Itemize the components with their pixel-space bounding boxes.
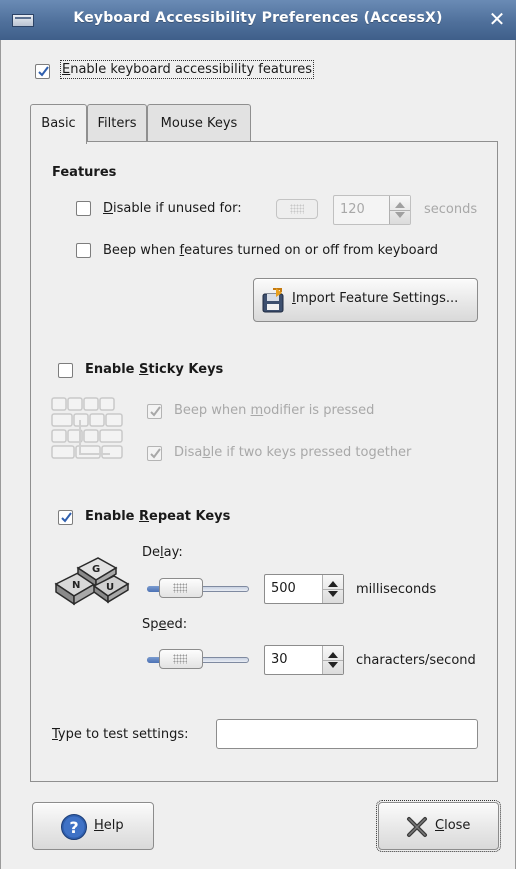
features-heading: Features	[52, 165, 117, 180]
tab-mouse-keys[interactable]: Mouse Keys	[147, 104, 251, 142]
disable-unused-label[interactable]: Disable if unused for:	[103, 201, 242, 216]
test-settings-label: Type to test settings:	[52, 727, 189, 742]
disable-unused-checkbox[interactable]	[76, 201, 91, 216]
spin-up-icon[interactable]	[328, 581, 338, 587]
svg-text:U: U	[106, 582, 114, 593]
disable-two-keys-label[interactable]: Disable if two keys pressed together	[174, 445, 411, 460]
title-close-icon[interactable]: ✕	[486, 8, 508, 30]
delay-slider-handle[interactable]	[159, 578, 203, 598]
test-settings-input[interactable]	[216, 719, 478, 749]
speed-label: Speed:	[142, 617, 188, 632]
delay-unit: milliseconds	[356, 582, 437, 597]
spin-down-icon[interactable]	[328, 662, 338, 668]
enable-accessibility-checkbox[interactable]	[35, 64, 50, 79]
sticky-keys-heading[interactable]: Enable Sticky Keys	[85, 362, 223, 377]
beep-modifier-label[interactable]: Beep when modifier is pressed	[174, 403, 374, 418]
speed-unit: characters/second	[356, 653, 476, 668]
delay-label: Delay:	[142, 545, 183, 560]
spin-down-icon[interactable]	[395, 212, 405, 218]
spin-up-icon[interactable]	[395, 202, 405, 208]
check-icon	[38, 66, 49, 77]
check-icon	[61, 512, 72, 523]
window-title: Keyboard Accessibility Preferences (Acce…	[73, 10, 443, 26]
title-bar[interactable]: Keyboard Accessibility Preferences (Acce…	[0, 0, 516, 40]
speed-slider-handle[interactable]	[159, 649, 203, 669]
delay-spinbox[interactable]: 500	[264, 574, 344, 604]
tab-filters[interactable]: Filters	[87, 104, 147, 142]
beep-features-checkbox[interactable]	[76, 243, 91, 258]
sticky-keys-checkbox[interactable]	[58, 363, 73, 378]
spin-down-icon[interactable]	[328, 591, 338, 597]
svg-text:N: N	[72, 580, 80, 591]
repeat-keys-checkbox[interactable]	[58, 510, 73, 525]
import-feature-settings-button[interactable]: Import Feature Settings...	[253, 278, 478, 322]
check-icon	[150, 406, 161, 417]
disable-unused-slider[interactable]	[276, 199, 318, 219]
enable-accessibility-label[interactable]: Enable keyboard accessibility features	[60, 60, 314, 79]
disable-two-keys-checkbox[interactable]	[147, 446, 162, 461]
close-button[interactable]: Close	[376, 800, 501, 852]
check-icon	[150, 448, 161, 459]
beep-modifier-checkbox[interactable]	[147, 404, 162, 419]
disable-unused-unit: seconds	[424, 202, 478, 217]
import-settings-icon	[262, 288, 284, 313]
tab-basic[interactable]: Basic	[30, 104, 87, 144]
repeat-keys-heading[interactable]: Enable Repeat Keys	[85, 509, 230, 524]
disable-unused-spinbox[interactable]: 120	[333, 195, 411, 225]
sticky-keys-icon	[51, 397, 123, 459]
help-button[interactable]: ? Help	[32, 802, 154, 850]
repeat-keys-icon: N G U	[54, 557, 130, 606]
svg-text:G: G	[92, 564, 100, 575]
close-icon	[407, 817, 427, 837]
spin-up-icon[interactable]	[328, 652, 338, 658]
help-icon: ?	[61, 814, 87, 840]
beep-features-label[interactable]: Beep when features turned on or off from…	[103, 243, 438, 258]
svg-text:?: ?	[69, 818, 78, 837]
speed-spinbox[interactable]: 30	[264, 645, 344, 675]
